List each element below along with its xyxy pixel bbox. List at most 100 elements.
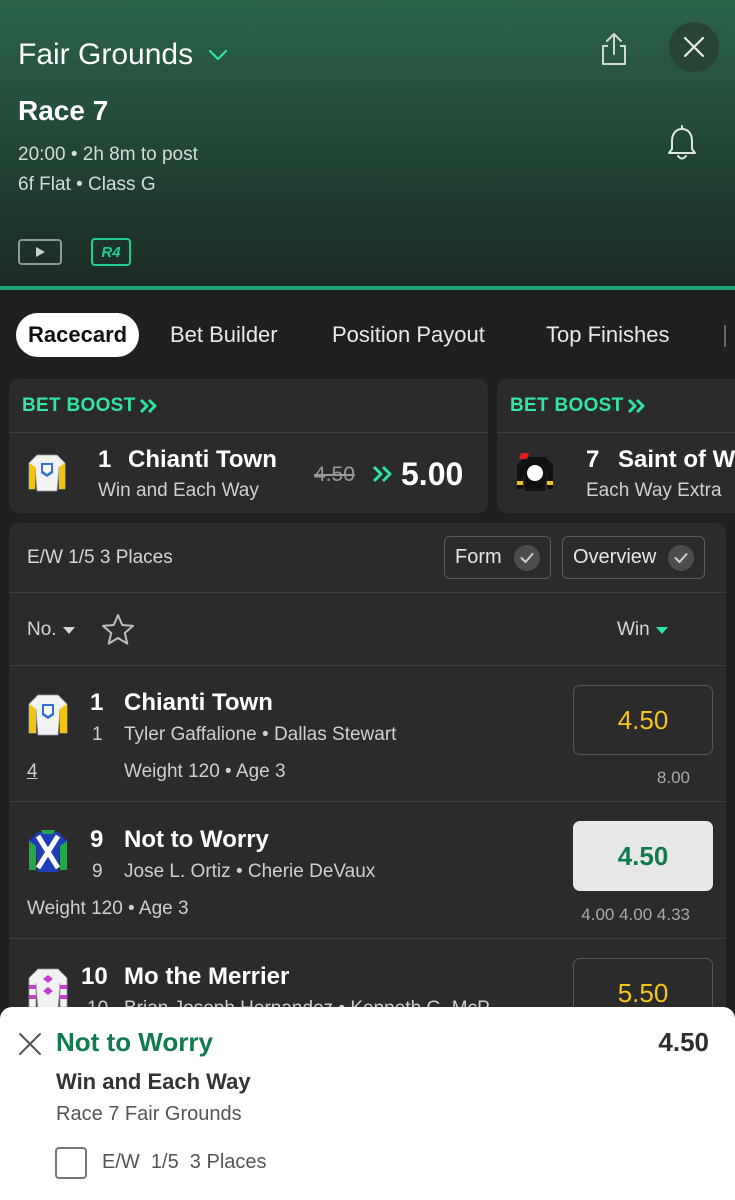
boost-market: Win and Each Way (98, 480, 259, 501)
caret-down-icon (62, 626, 75, 634)
separator-dot: • (70, 144, 83, 165)
runner-number: 10 (81, 963, 108, 990)
runner-name: Mo the Merrier (124, 963, 290, 990)
col-no-label: No. (27, 619, 57, 640)
jockey-name: Tyler Gaffalione (124, 724, 257, 745)
trainer-name: Dallas Stewart (273, 724, 397, 745)
race-header: Fair Grounds Race 7 20:00 • 2h 8m to pos… (0, 0, 735, 290)
runner-number: 1 (90, 689, 104, 716)
bet-boost-card[interactable]: BET BOOST 1 Chianti Town Win and Each Wa… (9, 379, 488, 513)
each-way-label: E/W 1/5 3 Places (102, 1151, 267, 1173)
caret-down-icon (655, 626, 668, 634)
divider (497, 432, 735, 433)
race-time-info: 20:00 • 2h 8m to post (18, 144, 198, 166)
runner-name: Chianti Town (124, 689, 273, 716)
bet-boost-card[interactable]: BET BOOST 7 Saint of W Each Way Extra (497, 379, 735, 513)
double-chevron-icon (139, 398, 157, 414)
runner-draw: 1 (92, 724, 103, 745)
time-to-post: 2h 8m to post (82, 144, 198, 165)
jockey-name: Jose L. Ortiz (124, 861, 231, 882)
race-time: 20:00 (18, 144, 66, 165)
boosted-odds: 5.00 (401, 456, 464, 492)
venue-title: Fair Grounds (18, 38, 194, 71)
close-icon[interactable] (17, 1031, 43, 1057)
bet-slip-odds: 4.50 (658, 1027, 709, 1057)
double-chevron-icon (372, 465, 392, 483)
bet-boost-label: BET BOOST (510, 395, 647, 417)
tab-overflow-divider (724, 325, 726, 347)
runner-weight-age: Weight 120 • Age 3 (27, 898, 189, 919)
checkmark-icon (513, 544, 540, 571)
video-button[interactable] (18, 239, 62, 265)
tab-top-finishes[interactable]: Top Finishes (546, 313, 670, 357)
star-icon[interactable] (101, 613, 135, 647)
race-class: Class G (88, 174, 156, 195)
jockey-silk-icon (28, 968, 68, 1010)
bet-slip-selection: Not to Worry (56, 1027, 213, 1057)
old-odds: 4.50 (314, 463, 355, 486)
chevron-down-icon (208, 49, 228, 61)
odds-history: 4.00 4.00 4.33 (581, 905, 690, 924)
checkmark-icon (668, 544, 695, 571)
runner-number: 7 (586, 446, 600, 473)
bet-slip-market: Win and Each Way (56, 1069, 251, 1094)
runner-form[interactable]: 4 (27, 761, 38, 783)
share-icon[interactable] (598, 30, 630, 70)
header-accent-line (0, 286, 735, 290)
boost-label-text: BET BOOST (22, 395, 136, 416)
runner-name: Not to Worry (124, 826, 269, 853)
odds-history: 8.00 (656, 768, 690, 787)
jockey-trainer: Tyler Gaffalione • Dallas Stewart (124, 724, 396, 746)
race-title: Race 7 (18, 95, 109, 126)
odds-button[interactable]: 4.50 (573, 685, 713, 755)
overview-toggle-label: Overview (573, 546, 657, 568)
each-way-terms: E/W 1/5 3 Places (27, 547, 173, 568)
form-toggle-label: Form (455, 546, 502, 568)
bet-slip-race: Race 7 Fair Grounds (56, 1103, 242, 1125)
bet-slip: Not to Worry 4.50 Win and Each Way Race … (0, 1007, 735, 1200)
tab-bet-builder[interactable]: Bet Builder (170, 313, 278, 357)
jockey-silk-icon (28, 454, 66, 492)
play-icon (36, 247, 45, 257)
overview-toggle[interactable]: Overview (562, 536, 706, 579)
boost-label-text: BET BOOST (510, 395, 624, 416)
separator-dot: • (235, 861, 248, 882)
col-win-label: Win (617, 619, 650, 640)
sort-by-win[interactable]: Win (617, 619, 668, 641)
runner-number: 1 (98, 446, 112, 473)
venue-selector[interactable]: Fair Grounds (18, 38, 229, 72)
divider (9, 665, 726, 666)
jockey-trainer: Jose L. Ortiz • Cherie DeVaux (124, 861, 375, 883)
sort-by-number[interactable]: No. (27, 619, 75, 641)
jockey-silk-icon (29, 830, 67, 872)
boost-market: Each Way Extra (586, 480, 722, 501)
tab-racecard[interactable]: Racecard (16, 313, 140, 357)
separator-dot: • (262, 724, 274, 745)
racecard-tabs: Racecard Bet Builder Position Payout Top… (0, 310, 735, 360)
form-toggle[interactable]: Form (444, 536, 551, 579)
runner-name: Chianti Town (128, 446, 277, 473)
jockey-silk-icon (517, 453, 553, 491)
rule4-badge: R4 (91, 238, 131, 266)
close-button[interactable] (669, 22, 719, 72)
divider (9, 432, 488, 433)
tab-position-payout[interactable]: Position Payout (332, 313, 485, 357)
runner-name: Saint of W (618, 446, 735, 473)
separator-dot: • (76, 174, 89, 195)
runner-number: 9 (90, 826, 104, 853)
close-icon (683, 36, 705, 58)
trainer-name: Cherie DeVaux (247, 861, 376, 882)
divider (9, 592, 726, 593)
race-distance: 6f Flat (18, 174, 71, 195)
each-way-checkbox[interactable] (55, 1147, 87, 1179)
divider (9, 801, 726, 802)
divider (9, 938, 726, 939)
jockey-silk-icon (28, 694, 68, 736)
runner-weight-age: Weight 120 • Age 3 (124, 761, 286, 782)
bell-icon[interactable] (665, 125, 699, 163)
double-chevron-icon (627, 398, 645, 414)
bet-boost-label: BET BOOST (22, 395, 159, 417)
race-detail-info: 6f Flat • Class G (18, 174, 156, 196)
runner-draw: 9 (92, 861, 103, 882)
odds-button-selected[interactable]: 4.50 (573, 821, 713, 891)
